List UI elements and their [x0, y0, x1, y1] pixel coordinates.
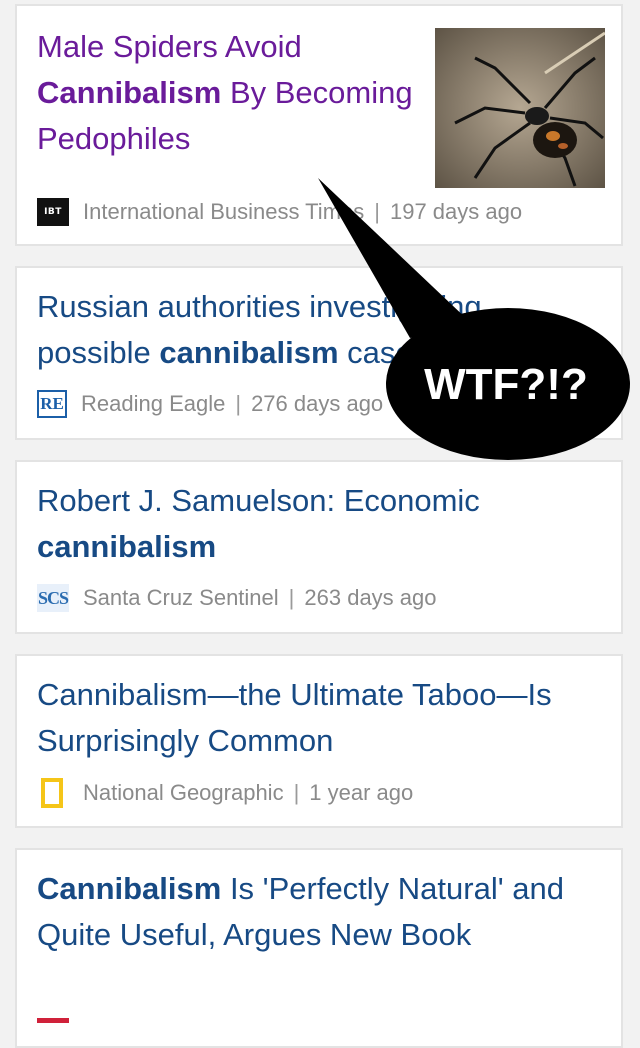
article-age: 276 days ago	[251, 391, 384, 416]
news-card[interactable]: Cannibalism Is 'Perfectly Natural' and Q…	[15, 848, 623, 1048]
article-meta: IBT International Business Times | 197 d…	[37, 198, 522, 226]
source-logo	[37, 1018, 69, 1023]
separator: |	[293, 780, 300, 805]
separator: |	[288, 585, 295, 610]
article-title[interactable]: Russian authorities investigating possib…	[37, 284, 597, 376]
source-name: National Geographic	[83, 780, 284, 805]
article-age: 1 year ago	[309, 780, 414, 805]
source-name: Santa Cruz Sentinel	[83, 585, 279, 610]
source-logo: SCS	[37, 584, 69, 612]
separator: |	[374, 199, 380, 224]
news-card[interactable]: Russian authorities investigating possib…	[15, 266, 623, 440]
article-age: 197 days ago	[389, 199, 523, 224]
article-title[interactable]: Male Spiders Avoid Cannibalism By Becomi…	[37, 24, 417, 162]
article-age: 263 days ago	[304, 585, 437, 610]
national-geographic-logo	[41, 778, 63, 808]
article-meta: SCS Santa Cruz Sentinel | 263 days ago	[37, 584, 437, 612]
separator: |	[235, 391, 242, 416]
news-card[interactable]: Cannibalism—the Ultimate Taboo—Is Surpri…	[15, 654, 623, 828]
article-title[interactable]: Cannibalism Is 'Perfectly Natural' and Q…	[37, 866, 597, 958]
news-card[interactable]: Robert J. Samuelson: Economic cannibalis…	[15, 460, 623, 634]
article-title[interactable]: Cannibalism—the Ultimate Taboo—Is Surpri…	[37, 672, 597, 764]
source-logo: RE	[37, 390, 67, 418]
article-meta: RE Reading Eagle | 276 days ago	[37, 390, 383, 418]
article-meta: National Geographic | 1 year ago	[37, 778, 413, 808]
article-title[interactable]: Robert J. Samuelson: Economic cannibalis…	[37, 478, 597, 570]
spider-thumbnail[interactable]	[435, 28, 605, 188]
source-name: Reading Eagle	[81, 391, 226, 416]
source-name: International Business Times	[83, 199, 365, 224]
source-logo: IBT	[37, 198, 69, 226]
news-card[interactable]: Male Spiders Avoid Cannibalism By Becomi…	[15, 4, 623, 246]
